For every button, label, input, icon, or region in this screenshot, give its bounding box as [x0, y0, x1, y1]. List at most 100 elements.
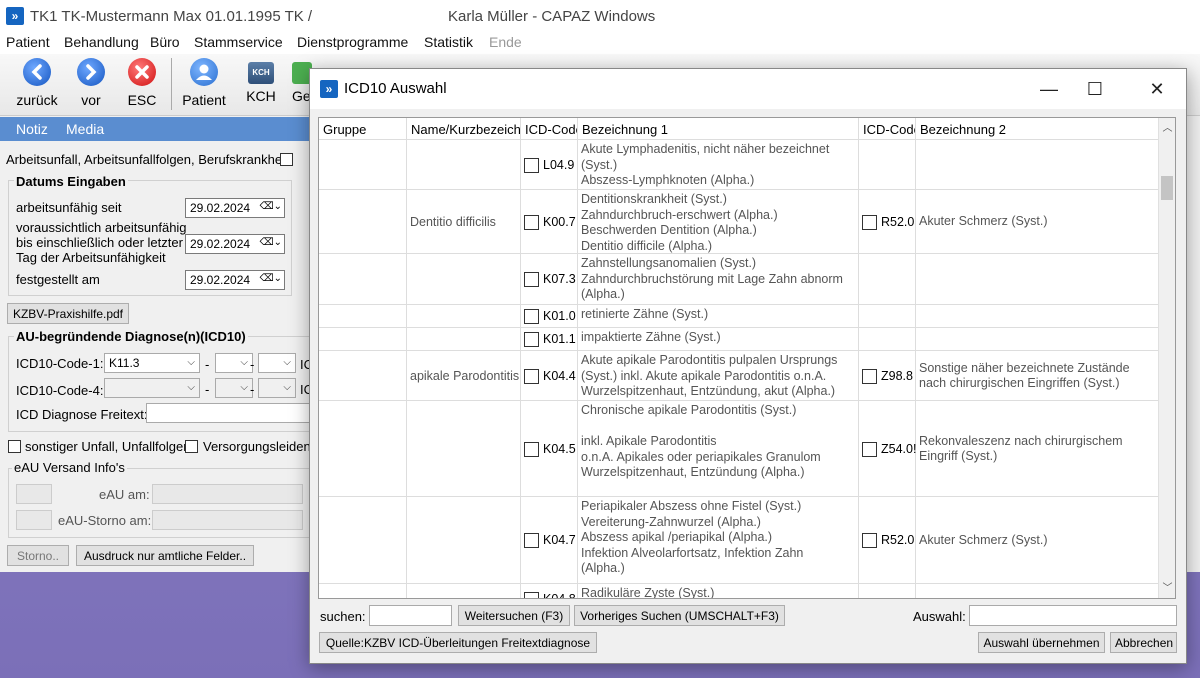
notiz-bar: Notiz Media	[0, 117, 312, 141]
col-name[interactable]: Name/Kurzbezeichnung	[407, 118, 521, 140]
window-title-app: Karla Müller - CAPAZ Windows	[448, 8, 656, 25]
col-icd-code-2[interactable]: ICD-Code	[859, 118, 916, 140]
icd-checkbox[interactable]	[524, 332, 539, 347]
weitersuchen-button[interactable]: Weitersuchen (F3)	[458, 605, 570, 626]
icd-checkbox[interactable]	[524, 272, 539, 287]
arbeitsunfaehig-seit-date[interactable]: 29.02.2024 ⌫⌄	[185, 198, 285, 218]
menu-stammservice[interactable]: Stammservice	[194, 34, 283, 50]
icd-code-6-combo[interactable]: ⌵	[258, 378, 296, 398]
quelle-button[interactable]: Quelle:KZBV ICD-Überleitungen Freitextdi…	[319, 632, 597, 653]
icd-checkbox[interactable]	[524, 309, 539, 324]
icd-checkbox[interactable]	[862, 441, 877, 457]
icd-code-text: R52.0	[881, 214, 915, 229]
forward-button[interactable]: vor	[70, 54, 112, 114]
col-icd-code-1[interactable]: ICD-Code	[521, 118, 578, 140]
table-scrollbar[interactable]: ︿ ﹀	[1158, 118, 1175, 598]
voraussichtlich-label-1: voraussichtlich arbeitsunfähig	[16, 220, 187, 235]
icd-code-4-combo[interactable]: ⌵	[104, 378, 200, 398]
icd-code-text: R52.0	[881, 533, 915, 547]
close-icon[interactable]: ✕	[1134, 69, 1180, 109]
minimize-icon[interactable]: —	[1026, 69, 1072, 109]
icd-code-1-cell: K07.3	[521, 254, 578, 304]
menu-patient[interactable]: Patient	[6, 34, 50, 50]
scroll-up-icon[interactable]: ︿	[1159, 120, 1175, 137]
date-value: 29.02.2024	[190, 237, 251, 251]
icd-checkbox[interactable]	[524, 214, 539, 230]
gruppe-cell	[319, 190, 407, 253]
icd-code-1-combo[interactable]: K11.3 ⌵	[104, 353, 200, 373]
icd-code-text: Z98.8	[881, 368, 913, 383]
table-row[interactable]: K04.8 Radikuläre Zyste (Syst.)	[319, 584, 1159, 599]
name-cell: Dentitio difficilis	[407, 190, 521, 253]
main-titlebar: » TK1 TK-Mustermann Max 01.01.1995 TK / …	[0, 0, 1200, 32]
bezeichnung-1-line: Dentitio difficile (Alpha.)	[581, 238, 713, 253]
chevron-down-icon: ⌵	[283, 382, 291, 393]
sonstiger-unfall-checkbox[interactable]	[8, 440, 21, 453]
back-button[interactable]: zurück	[8, 54, 66, 114]
table-row[interactable]: K01.0 retinierte Zähne (Syst.)	[319, 305, 1159, 328]
col-bezeichnung-2[interactable]: Bezeichnung 2	[916, 118, 1159, 140]
patient-button[interactable]: Patient	[178, 54, 230, 114]
icd-checkbox[interactable]	[862, 533, 877, 548]
kch-button[interactable]: KCH KCH	[240, 54, 282, 114]
search-input[interactable]	[369, 605, 452, 626]
back-arrow-icon	[23, 58, 51, 86]
versorgungsleiden-checkbox[interactable]	[185, 440, 198, 453]
bezeichnung-1-line: Chronische apikale Parodontitis (Syst.)	[581, 403, 797, 417]
media-tab[interactable]: Media	[66, 121, 104, 137]
bezeichnung-1-line: Periapikaler Abszess ohne Fistel (Syst.)	[581, 499, 802, 513]
menu-dienstprogramme[interactable]: Dienstprogramme	[297, 34, 408, 50]
table-row[interactable]: L04.9 Akute Lymphadenitis, nicht näher be…	[319, 140, 1159, 190]
eau-storno-label: eAU-Storno am:	[58, 513, 152, 528]
icd-code-2-combo[interactable]: ⌵	[215, 353, 253, 373]
table-row[interactable]: Dentitio difficilis K00.7 Dentitionskrankh…	[319, 190, 1159, 254]
scroll-down-icon[interactable]: ﹀	[1159, 580, 1175, 597]
festgestellt-am-date[interactable]: 29.02.2024 ⌫⌄	[185, 270, 285, 290]
esc-button[interactable]: ESC	[120, 54, 164, 114]
bezeichnung-1-line: Abszess apikal /periapikal (Alpha.)	[581, 530, 773, 544]
icd-checkbox[interactable]	[524, 368, 539, 384]
arbeitsunfall-checkbox[interactable]	[280, 153, 293, 166]
menu-statistik[interactable]: Statistik	[424, 34, 473, 50]
icd-checkbox[interactable]	[524, 441, 539, 457]
table-row[interactable]: apikale Parodontitis K04.4 Akute apikale P…	[319, 351, 1159, 401]
bezeichnung-1-cell: impaktierte Zähne (Syst.)	[578, 328, 859, 350]
bezeichnung-1-line: Wurzelspitzenhaut, Entzündung (Alpha.)	[581, 465, 805, 479]
auswahl-uebernehmen-button[interactable]: Auswahl übernehmen	[978, 632, 1105, 653]
vorheriges-suchen-button[interactable]: Vorheriges Suchen (UMSCHALT+F3)	[574, 605, 785, 626]
table-row[interactable]: K04.7 Periapikaler Abszess ohne Fistel (S…	[319, 497, 1159, 584]
auswahl-input[interactable]	[969, 605, 1177, 626]
col-bezeichnung-1[interactable]: Bezeichnung 1	[578, 118, 859, 140]
table-row[interactable]: K01.1 impaktierte Zähne (Syst.)	[319, 328, 1159, 351]
bezeichnung-1-cell: Zahnstellungsanomalien (Syst.) Zahndurchb…	[578, 254, 859, 304]
bezeichnung-1-line: Vereiterung-Zahnwurzel (Alpha.)	[581, 514, 761, 529]
abbrechen-button[interactable]: Abbrechen	[1110, 632, 1177, 653]
icd-checkbox[interactable]	[862, 368, 877, 384]
icd-code-2-cell	[859, 140, 916, 189]
icd-code-2-cell: Z98.8	[859, 351, 916, 400]
menu-buero[interactable]: Büro	[150, 34, 180, 50]
date-clear-dropdown-icon: ⌫⌄	[259, 237, 282, 248]
bezeichnung-2-cell	[916, 140, 1159, 189]
icd-checkbox[interactable]	[862, 214, 877, 230]
icd-checkbox[interactable]	[524, 533, 539, 548]
bezeichnung-1-line: Zahndurchbruchstörung mit Lage Zahn abno…	[581, 271, 843, 286]
maximize-icon[interactable]: ☐	[1072, 69, 1118, 109]
icd-code-text: K04.8	[543, 591, 576, 599]
icd-code-5-combo[interactable]: ⌵	[215, 378, 253, 398]
scroll-thumb[interactable]	[1161, 176, 1173, 200]
menu-behandlung[interactable]: Behandlung	[64, 34, 139, 50]
table-row[interactable]: K07.3 Zahnstellungsanomalien (Syst.) Zahnd…	[319, 254, 1159, 305]
notiz-tab[interactable]: Notiz	[16, 121, 48, 137]
kzbv-praxishilfe-button[interactable]: KZBV-Praxishilfe.pdf	[7, 303, 129, 324]
ausdruck-button[interactable]: Ausdruck nur amtliche Felder..	[76, 545, 254, 566]
icd-checkbox[interactable]	[524, 157, 539, 173]
name-cell	[407, 305, 521, 327]
table-row[interactable]: K04.5 Chronische apikale Parodontitis (Sy…	[319, 401, 1159, 497]
col-gruppe[interactable]: Gruppe	[319, 118, 407, 140]
icd-freitext-input[interactable]	[146, 403, 310, 423]
icd-checkbox[interactable]	[524, 591, 539, 598]
voraussichtlich-date[interactable]: 29.02.2024 ⌫⌄	[185, 234, 285, 254]
icd-code-3-combo[interactable]: ⌵	[258, 353, 296, 373]
dash-label: -	[205, 357, 210, 372]
